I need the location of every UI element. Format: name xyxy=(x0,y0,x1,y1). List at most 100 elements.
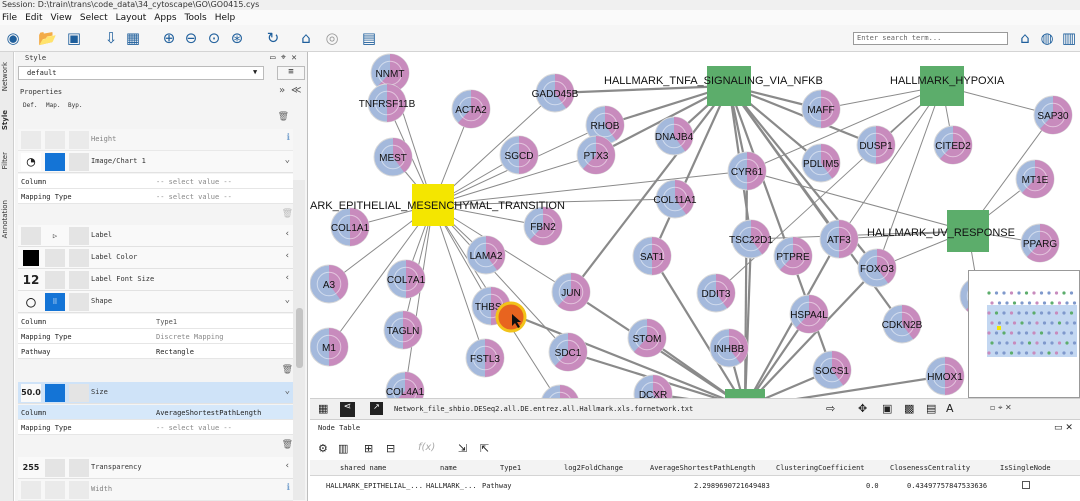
prop-row-image-chart[interactable]: ◔ Image/Chart 1 ⌄ xyxy=(18,151,293,173)
gene-node[interactable]: TSC22D1 xyxy=(729,219,773,259)
label-color-swatch[interactable] xyxy=(23,250,39,266)
help-globe-icon[interactable]: ◍ xyxy=(1038,30,1056,47)
document-icon[interactable]: ▤ xyxy=(360,30,378,47)
search-input[interactable]: Enter search term... xyxy=(853,32,1008,45)
prop-row-label[interactable]: ▷ Label ‹ xyxy=(18,225,293,247)
collapse-all-icon[interactable]: » ≪ xyxy=(279,85,302,96)
zoom-out-icon[interactable]: ⊖ xyxy=(182,30,200,47)
network-overview-minimap[interactable] xyxy=(968,270,1080,398)
gene-node[interactable]: A3 xyxy=(310,264,349,304)
transparency-default[interactable]: 255 xyxy=(21,459,41,477)
grid-view-icon[interactable]: ▦ xyxy=(318,402,328,415)
col-issinglenode[interactable]: IsSingleNode xyxy=(1000,464,1051,472)
chevron-left-icon[interactable]: ‹ xyxy=(285,461,290,471)
select-annotations-icon[interactable]: ▤ xyxy=(926,402,936,415)
import-table-icon[interactable]: ▦ xyxy=(124,30,142,47)
size-default[interactable]: 50.0 xyxy=(21,384,41,402)
columns-icon[interactable]: ▥ xyxy=(338,442,348,455)
tab-annotation[interactable]: Annotation xyxy=(1,200,9,238)
export-icon[interactable]: ⇨ xyxy=(826,402,835,415)
prop-row-transparency[interactable]: 255 Transparency ‹ xyxy=(18,457,293,479)
menu-help[interactable]: Help xyxy=(215,13,236,23)
gene-node[interactable]: PTX3 xyxy=(576,135,616,175)
prop-row-label-font-size[interactable]: 12 Label Font Size ‹ xyxy=(18,269,293,291)
trash-icon[interactable]: 🗑 xyxy=(282,440,293,450)
gene-node[interactable]: HMOX1 xyxy=(925,356,965,396)
issinglenode-checkbox[interactable] xyxy=(1022,481,1030,489)
import-network-icon[interactable]: ⇩ xyxy=(102,30,120,47)
export-table-icon[interactable]: ⇱ xyxy=(480,442,489,455)
size-mapping-row[interactable]: Mapping Type -- select value -- xyxy=(18,420,293,435)
move-icon[interactable]: ✥ xyxy=(858,402,867,415)
gene-node[interactable]: M1 xyxy=(310,327,349,367)
gene-node[interactable]: LAMA2 xyxy=(466,235,506,275)
open-folder-icon[interactable]: 📂 xyxy=(38,30,57,47)
trash-icon[interactable]: 🗑 xyxy=(282,365,293,375)
col-shared-name[interactable]: shared name xyxy=(340,464,386,472)
style-select[interactable]: default xyxy=(18,66,264,80)
select-edges-icon[interactable]: ▩ xyxy=(904,402,914,415)
panel-scroll-thumb[interactable] xyxy=(296,308,303,368)
network-graph[interactable]: NNMT GADD45B TNFRSF11B ACTA2 RHOB MAFF SAP30 ME… xyxy=(310,52,1080,398)
label-mapping-icon[interactable]: ▷ xyxy=(45,227,65,245)
save-icon[interactable]: ▣ xyxy=(65,30,83,47)
size-mapping-swatch[interactable] xyxy=(45,384,65,402)
shape-mapping-row[interactable]: Mapping Type Discrete Mapping xyxy=(18,329,293,344)
prop-row-width[interactable]: Width ℹ xyxy=(18,479,293,501)
col-closenesscentrality[interactable]: ClosenessCentrality xyxy=(890,464,970,472)
gene-node[interactable]: MT1E xyxy=(1015,159,1055,199)
expand-arrow-icon[interactable]: ↗ xyxy=(370,402,383,415)
settings-gear-icon[interactable]: ⚙ xyxy=(318,442,328,455)
import-table-icon[interactable]: ⇲ xyxy=(458,442,467,455)
info-icon[interactable]: ℹ xyxy=(287,133,290,143)
pathway-node[interactable] xyxy=(725,389,765,398)
zoom-fit-icon[interactable]: ⊙ xyxy=(205,30,223,47)
text-annotation-icon[interactable]: A xyxy=(946,402,954,415)
overview-controls-icon[interactable]: ▫ ⌖ ✕ xyxy=(990,403,1012,413)
gene-node[interactable]: HSPA4L xyxy=(789,294,829,334)
gene-node[interactable]: FSTL3 xyxy=(465,338,505,378)
gene-node[interactable]: CDKN2B xyxy=(882,304,923,344)
gene-node[interactable]: MEST xyxy=(373,137,413,177)
table-window-controls-icon[interactable]: ▭ ✕ xyxy=(1054,423,1073,433)
trash-icon[interactable]: 🗑 xyxy=(278,112,289,122)
gene-node[interactable]: COL7A1 xyxy=(386,259,426,299)
col-type1[interactable]: Type1 xyxy=(500,464,521,472)
chevron-left-icon[interactable]: ‹ xyxy=(285,251,290,261)
gene-node[interactable]: DDIT3 xyxy=(696,273,736,313)
image-chart-mapping-row[interactable]: Mapping Type -- select value -- xyxy=(18,189,293,204)
col-clusteringcoefficient[interactable]: ClusteringCoefficient xyxy=(776,464,865,472)
home-network-icon[interactable]: ⌂ xyxy=(297,30,315,47)
gene-node[interactable]: ACTA2 xyxy=(451,89,491,129)
gene-node[interactable]: GADD45B xyxy=(532,73,579,113)
ellipse-shape-icon[interactable]: ○ xyxy=(21,293,41,311)
gene-node[interactable]: RAP2B xyxy=(541,384,579,398)
gene-node[interactable]: SGCD xyxy=(499,135,539,175)
font-size-default[interactable]: 12 xyxy=(21,271,41,289)
tab-filter[interactable]: Filter xyxy=(1,152,9,169)
style-menu-button[interactable]: ≡ xyxy=(277,66,305,80)
select-nodes-icon[interactable]: ▣ xyxy=(882,402,892,415)
gene-node[interactable]: FOXO3 xyxy=(857,248,897,288)
hide-icon[interactable]: ◎ xyxy=(323,30,341,47)
tab-style[interactable]: Style xyxy=(1,110,9,130)
gene-node[interactable]: ATF3 xyxy=(819,219,859,259)
gene-node[interactable]: PPARG xyxy=(1020,223,1060,263)
gene-node[interactable]: PTPRE xyxy=(773,236,813,276)
panel-window-controls-icon[interactable]: ▭ ⌖ ✕ xyxy=(270,53,297,63)
menu-apps[interactable]: Apps xyxy=(154,13,176,23)
gene-node[interactable]: COL11A1 xyxy=(653,179,697,219)
chevron-left-icon[interactable]: ‹ xyxy=(285,229,290,239)
app-store-icon[interactable]: ▥ xyxy=(1060,30,1078,47)
col-averageshortestpathlength[interactable]: AverageShortestPathLength xyxy=(650,464,755,472)
gene-node[interactable]: TAGLN xyxy=(383,310,423,350)
prop-row-size[interactable]: 50.0 Size ⌄ xyxy=(18,382,293,404)
gene-node[interactable]: DCXR xyxy=(633,374,673,398)
network-canvas[interactable]: NNMT GADD45B TNFRSF11B ACTA2 RHOB MAFF SAP30 ME… xyxy=(310,52,1080,398)
refresh-icon[interactable]: ↻ xyxy=(264,30,282,47)
info-icon[interactable]: ℹ xyxy=(287,483,290,493)
gene-node[interactable]: CITED2 xyxy=(933,125,973,165)
properties-dropdown[interactable]: Properties xyxy=(20,88,313,96)
gene-node[interactable]: STOM xyxy=(627,318,667,358)
function-builder-icon[interactable]: f(x) xyxy=(418,442,435,453)
